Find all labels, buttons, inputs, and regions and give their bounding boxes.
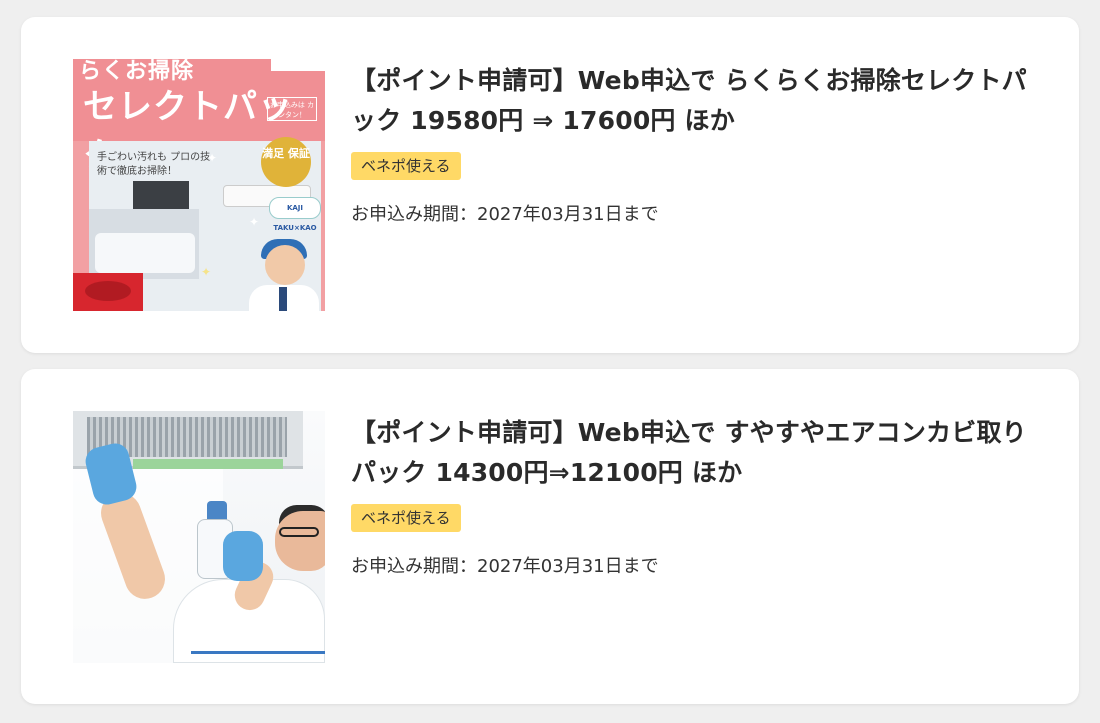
sparkle-icon: ✦ bbox=[249, 215, 260, 229]
guarantee-seal: 満足 保証 bbox=[261, 137, 311, 187]
offer-title[interactable]: 【ポイント申請可】Web申込で すやすやエアコンカビ取りパック 14300円⇒1… bbox=[351, 413, 1051, 493]
offer-thumbnail[interactable]: らくお掃除 セレクトパック お申込みは カンタン！ 手ごわい汚れも プロの技術で… bbox=[73, 59, 325, 311]
offer-card[interactable]: 【ポイント申請可】Web申込で すやすやエアコンカビ取りパック 14300円⇒1… bbox=[21, 369, 1079, 704]
application-period: お申込み期間：2027年03月31日まで bbox=[351, 556, 659, 577]
sparkle-icon: ✦ bbox=[207, 151, 218, 165]
offer-title[interactable]: 【ポイント申請可】Web申込で らくらくお掃除セレクトパック 19580円 ⇒ … bbox=[351, 61, 1051, 141]
aircon-cleaning-image bbox=[73, 411, 325, 663]
cleaning-pack-image: らくお掃除 セレクトパック お申込みは カンタン！ 手ごわい汚れも プロの技術で… bbox=[73, 59, 325, 311]
benepo-badge: ベネポ使える bbox=[351, 504, 461, 532]
offer-thumbnail[interactable] bbox=[73, 411, 325, 663]
offer-body: 【ポイント申請可】Web申込で すやすやエアコンカビ取りパック 14300円⇒1… bbox=[351, 413, 1051, 578]
offer-card[interactable]: らくお掃除 セレクトパック お申込みは カンタン！ 手ごわい汚れも プロの技術で… bbox=[21, 17, 1079, 353]
brand-logo: KAJI TAKU×KAO bbox=[269, 197, 321, 232]
offer-body: 【ポイント申請可】Web申込で らくらくお掃除セレクトパック 19580円 ⇒ … bbox=[351, 61, 1051, 226]
thumbnail-tag: お申込みは カンタン！ bbox=[267, 97, 317, 121]
sparkle-icon: ✦ bbox=[201, 265, 212, 279]
benepo-badge: ベネポ使える bbox=[351, 152, 461, 180]
thumbnail-caption: 手ごわい汚れも プロの技術で徹底お掃除！ bbox=[97, 152, 211, 177]
application-period: お申込み期間：2027年03月31日まで bbox=[351, 204, 659, 225]
